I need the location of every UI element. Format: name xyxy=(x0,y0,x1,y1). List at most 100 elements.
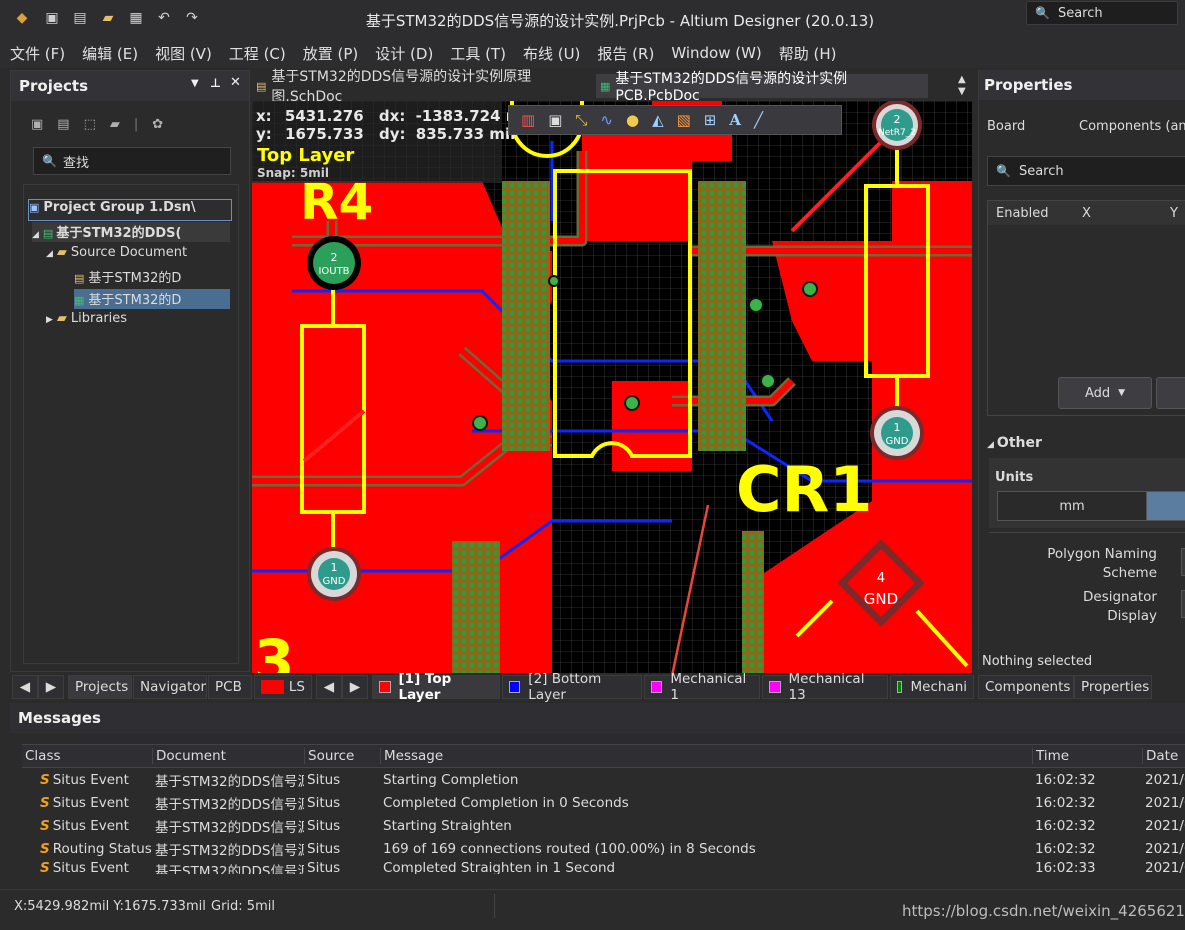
tab-properties[interactable]: Properties xyxy=(1074,675,1152,699)
layer-scroll-left-icon[interactable]: ◀ xyxy=(316,675,342,699)
unit-mil-toggle[interactable] xyxy=(1146,491,1185,521)
layer-tab-top[interactable]: [1] Top Layer xyxy=(372,671,500,703)
tab-scroll-icon[interactable]: ▲ ▼ xyxy=(958,74,966,98)
tree-item-libraries[interactable]: ▶ ▰ Libraries xyxy=(46,311,127,331)
route-icon[interactable]: ∿ xyxy=(600,111,613,129)
column-class[interactable]: Class xyxy=(22,748,152,764)
menu-design[interactable]: 设计 (D) xyxy=(375,43,433,64)
column-message[interactable]: Message xyxy=(380,748,1032,764)
table-row[interactable]: S Situs Event 基于STM32的DDS信号源 Situs Starti… xyxy=(22,814,1185,837)
hud-layer: Top Layer xyxy=(257,145,355,166)
tree-item-project-group[interactable]: ▣ Project Group 1.Dsn\ xyxy=(28,199,232,221)
tab-pcb[interactable]: PCB xyxy=(208,675,252,699)
save-all-icon[interactable]: ▤ xyxy=(70,8,90,28)
redo-icon[interactable]: ↷ xyxy=(182,8,202,28)
projects-search-input[interactable]: 🔍 查找 xyxy=(33,147,231,175)
pin-icon[interactable]: ⊥ xyxy=(210,76,221,90)
table-row[interactable]: S Situs Event 基于STM32的DDS信号源 Situs Comple… xyxy=(22,860,1185,874)
menu-reports[interactable]: 报告 (R) xyxy=(597,43,654,64)
properties-panel-title: Properties xyxy=(984,76,1073,94)
save-icon[interactable]: ▣ xyxy=(42,8,62,28)
tree-item-source-documents[interactable]: ◢ ▰ Source Document xyxy=(46,245,187,265)
select-icon[interactable]: ▣ xyxy=(548,111,562,129)
other-section-header[interactable]: ◢ Other xyxy=(987,435,1042,451)
scroll-right-icon[interactable]: ▶ xyxy=(38,675,64,699)
components-filter-label[interactable]: Components (and xyxy=(1079,119,1185,134)
properties-search-input[interactable]: 🔍 Search xyxy=(987,156,1185,186)
pad-netr7[interactable]: 2 NetR7_2 xyxy=(872,101,922,150)
filter-icon[interactable]: ▥ xyxy=(521,111,535,129)
column-source[interactable]: Source xyxy=(304,748,380,764)
menu-route[interactable]: 布线 (U) xyxy=(523,43,580,64)
designator-display-dropdown[interactable] xyxy=(1181,590,1185,618)
text-icon[interactable]: A xyxy=(729,111,741,129)
layer-tab-mechanical[interactable]: Mechani xyxy=(890,675,974,699)
region-icon[interactable]: ▧ xyxy=(677,111,691,129)
pad-gnd-left[interactable]: 1 GND xyxy=(307,547,361,601)
tab-schematic-doc[interactable]: ▤ 基于STM32的DDS信号源的设计实例原理图.SchDoc xyxy=(252,69,602,105)
tree-item-schematic-doc[interactable]: ▤ 基于STM32的D xyxy=(74,267,181,287)
panel-menu-chevron-icon[interactable]: ▼ xyxy=(191,78,199,89)
save-all-icon[interactable]: ▤ xyxy=(57,117,69,132)
tab-navigator[interactable]: Navigator xyxy=(133,675,207,699)
compile-icon[interactable]: ⬚ xyxy=(84,117,96,132)
tab-projects[interactable]: Projects xyxy=(68,675,132,699)
column-document[interactable]: Document xyxy=(152,748,304,764)
tab-pcb-doc[interactable]: ▦ 基于STM32的DDS信号源的设计实例PCB.PcbDoc xyxy=(596,71,928,104)
chevron-down-icon: ▼ xyxy=(1118,388,1126,398)
table-row[interactable]: S Routing Status 基于STM32的DDS信号源 Situs 169… xyxy=(22,837,1185,860)
pad-gnd-right[interactable]: 1 GND xyxy=(870,406,924,460)
tree-item-pcb-doc[interactable]: ▦ 基于STM32的D xyxy=(74,289,230,309)
column-enabled[interactable]: Enabled xyxy=(988,206,1082,221)
cell-time: 16:02:32 xyxy=(1035,794,1096,811)
place-pad-icon[interactable]: ● xyxy=(626,111,639,129)
global-search-input[interactable]: 🔍 Search xyxy=(1026,1,1178,25)
menu-edit[interactable]: 编辑 (E) xyxy=(82,43,138,64)
move-icon[interactable]: ⤡ xyxy=(575,111,587,129)
column-date[interactable]: Date xyxy=(1142,748,1185,764)
menu-view[interactable]: 视图 (V) xyxy=(155,43,212,64)
cell-class: S Situs Event xyxy=(22,795,152,811)
column-x[interactable]: X xyxy=(1082,206,1170,221)
layer-tab-mechanical-1[interactable]: Mechanical 1 xyxy=(644,671,760,703)
polygon-icon[interactable]: ◭ xyxy=(652,111,664,129)
tree-item-pcb-project[interactable]: ◢ ▤ 基于STM32的DDS( xyxy=(32,222,230,242)
secondary-button[interactable] xyxy=(1156,377,1185,409)
layer-scroll-right-icon[interactable]: ▶ xyxy=(342,675,368,699)
expand-arrow-icon[interactable]: ◢ xyxy=(46,249,53,259)
column-y[interactable]: Y xyxy=(1170,206,1178,221)
menu-file[interactable]: 文件 (F) xyxy=(10,43,65,64)
layer-tab-mechanical-13[interactable]: Mechanical 13 xyxy=(762,671,888,703)
undo-icon[interactable]: ↶ xyxy=(154,8,174,28)
collapse-arrow-icon[interactable]: ▶ xyxy=(46,315,53,325)
menu-place[interactable]: 放置 (P) xyxy=(303,43,359,64)
layer-tab-bottom[interactable]: [2] Bottom Layer xyxy=(502,671,642,703)
polygon-naming-dropdown[interactable] xyxy=(1181,548,1185,576)
scroll-left-icon[interactable]: ◀ xyxy=(12,675,38,699)
expand-arrow-icon[interactable]: ◢ xyxy=(32,230,39,240)
folder-settings-icon[interactable]: ▰ xyxy=(110,117,120,132)
menu-window[interactable]: Window (W) xyxy=(671,44,761,62)
table-row[interactable]: S Situs Event 基于STM32的DDS信号源 Situs Starti… xyxy=(22,768,1185,791)
menu-help[interactable]: 帮助 (H) xyxy=(779,43,837,64)
menu-project[interactable]: 工程 (C) xyxy=(229,43,286,64)
layer-set-selector[interactable]: LS xyxy=(254,675,312,699)
pcb-canvas[interactable]: 2 IOUTB 1 GND 2 NetR7_2 1 GND 4 GND R4 C… xyxy=(252,101,972,673)
open-project-icon[interactable]: ▦ xyxy=(126,8,146,28)
unit-mm-toggle[interactable]: mm xyxy=(997,491,1147,521)
tab-components[interactable]: Components xyxy=(978,675,1074,699)
pad-ioutb[interactable]: 2 IOUTB xyxy=(307,236,361,290)
cell-date: 2021/6 xyxy=(1145,817,1185,834)
gear-icon[interactable]: ✿ xyxy=(152,117,163,132)
table-row[interactable]: S Situs Event 基于STM32的DDS信号源 Situs Comple… xyxy=(22,791,1185,814)
line-icon[interactable]: ╱ xyxy=(754,111,763,129)
open-folder-icon[interactable]: ▰ xyxy=(98,8,118,28)
close-icon[interactable]: ✕ xyxy=(230,75,241,90)
pcb-drawing[interactable]: 2 IOUTB 1 GND 2 NetR7_2 1 GND 4 GND R4 C… xyxy=(252,101,972,673)
dimension-icon[interactable]: ⊞ xyxy=(704,111,717,129)
save-icon[interactable]: ▣ xyxy=(31,117,43,132)
column-time[interactable]: Time xyxy=(1032,748,1142,764)
menu-tools[interactable]: 工具 (T) xyxy=(450,43,506,64)
add-button[interactable]: Add ▼ xyxy=(1058,377,1152,409)
search-icon: 🔍 xyxy=(1035,6,1050,20)
